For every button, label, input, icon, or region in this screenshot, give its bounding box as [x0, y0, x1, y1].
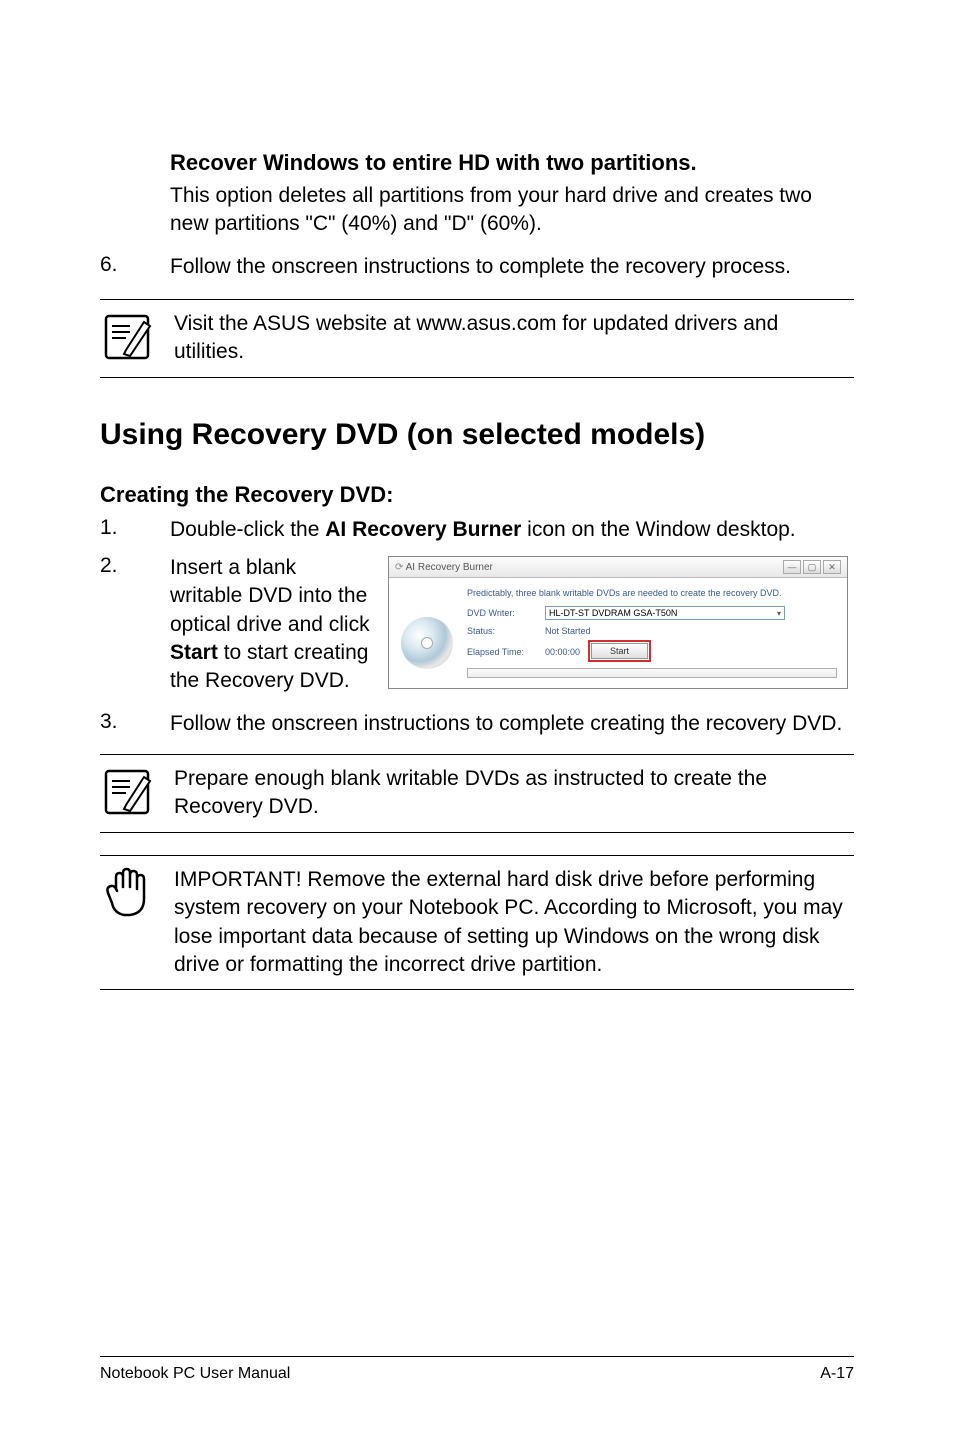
step-body: Double-click the AI Recovery Burner icon… — [170, 516, 854, 544]
bold-span: Start — [170, 641, 218, 664]
important-box: IMPORTANT! Remove the external hard disk… — [100, 855, 854, 990]
step-body: Follow the onscreen instructions to comp… — [170, 710, 854, 738]
note-box: Visit the ASUS website at www.asus.com f… — [100, 299, 854, 378]
section-heading: Using Recovery DVD (on selected models) — [100, 418, 854, 452]
titlebar: ⟳ AI Recovery Burner — ▢ ✕ — [389, 557, 847, 578]
start-button[interactable]: Start — [591, 643, 648, 659]
step-number: 3. — [100, 710, 170, 734]
note-icon — [100, 310, 154, 364]
step-body: Follow the onscreen instructions to comp… — [170, 253, 854, 281]
footer-left: Notebook PC User Manual — [100, 1365, 290, 1383]
start-button-highlight: Start — [588, 640, 651, 662]
step-number: 1. — [100, 516, 170, 540]
option-title: Recover Windows to entire HD with two pa… — [170, 150, 854, 176]
footer-right: A-17 — [820, 1365, 854, 1383]
important-text: IMPORTANT! Remove the external hard disk… — [174, 866, 854, 979]
elapsed-value: 00:00:00 — [545, 647, 580, 657]
writer-label: DVD Writer: — [467, 608, 545, 618]
hand-icon — [100, 866, 154, 920]
step-number: 6. — [100, 253, 170, 277]
note-icon — [100, 765, 154, 819]
sub-heading: Creating the Recovery DVD: — [100, 482, 854, 508]
status-label: Status: — [467, 626, 545, 636]
note-text: Visit the ASUS website at www.asus.com f… — [174, 310, 854, 367]
step-number: 2. — [100, 554, 170, 578]
app-window: ⟳ AI Recovery Burner — ▢ ✕ Predictably, … — [388, 556, 848, 689]
text-span: Insert a blank writable DVD into the opt… — [170, 556, 370, 636]
app-message: Predictably, three blank writable DVDs a… — [467, 588, 837, 598]
note-box: Prepare enough blank writable DVDs as in… — [100, 754, 854, 833]
close-button[interactable]: ✕ — [823, 560, 841, 574]
page-footer: Notebook PC User Manual A-17 — [100, 1356, 854, 1383]
status-value: Not Started — [545, 626, 591, 636]
combo-value: HL-DT-ST DVDRAM GSA-T50N — [549, 608, 677, 618]
bold-span: AI Recovery Burner — [325, 518, 521, 541]
step-body: Insert a blank writable DVD into the opt… — [170, 554, 370, 696]
elapsed-label: Elapsed Time: — [467, 647, 545, 657]
writer-combo[interactable]: HL-DT-ST DVDRAM GSA-T50N ▾ — [545, 606, 785, 620]
minimize-button[interactable]: — — [783, 560, 801, 574]
option-body: This option deletes all partitions from … — [170, 182, 854, 239]
note-text: Prepare enough blank writable DVDs as in… — [174, 765, 854, 822]
chevron-down-icon: ▾ — [777, 609, 781, 618]
maximize-button[interactable]: ▢ — [803, 560, 821, 574]
progress-bar — [467, 668, 837, 678]
text-span: icon on the Window desktop. — [521, 518, 795, 541]
disc-icon — [401, 617, 453, 669]
window-title: ⟳ AI Recovery Burner — [395, 562, 493, 573]
text-span: Double-click the — [170, 518, 325, 541]
